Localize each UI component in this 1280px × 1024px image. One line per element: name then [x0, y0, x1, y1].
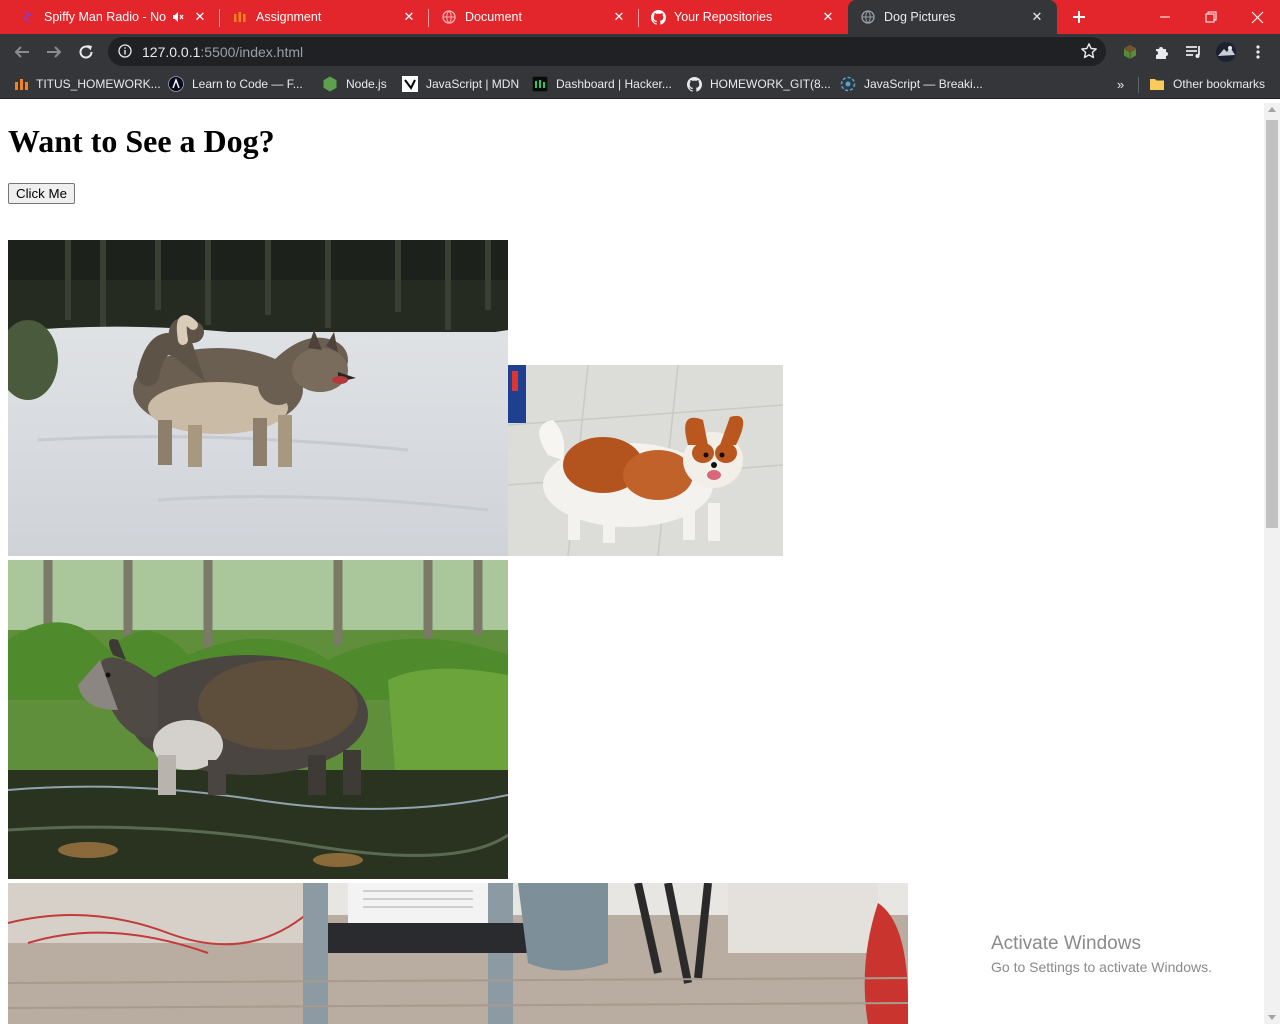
bookmarks-bar: TITUS_HOMEWORK... Learn to Code — F... N…	[0, 70, 1280, 99]
bookmark-label: Learn to Code — F...	[192, 77, 303, 91]
reload-icon	[79, 45, 93, 59]
tab-title: Spiffy Man Radio - Nov	[44, 10, 166, 24]
bookmark-label: Dashboard | Hacker...	[556, 77, 672, 91]
close-tab-icon[interactable]: ✕	[401, 9, 417, 25]
dog-image-floor	[8, 883, 908, 1024]
tab-title: Document	[465, 10, 522, 24]
chrome-menu-icon[interactable]	[1246, 40, 1270, 64]
url-text[interactable]: 127.0.0.1:5500/index.html	[142, 44, 303, 60]
minimize-icon	[1160, 16, 1170, 18]
bookmarks-overflow-chevron[interactable]: »	[1117, 77, 1124, 92]
globe-icon	[441, 9, 457, 25]
folder-icon	[1149, 76, 1165, 92]
vertical-scrollbar[interactable]	[1264, 103, 1280, 1024]
profile-avatar[interactable]	[1214, 40, 1238, 64]
scroll-down-arrow-icon[interactable]	[1268, 1015, 1276, 1020]
browser-toolbar: 127.0.0.1:5500/index.html	[0, 34, 1280, 70]
globe-icon	[860, 9, 876, 25]
other-bookmarks-folder[interactable]: Other bookmarks	[1149, 75, 1265, 93]
bookmark-label: HOMEWORK_GIT(8...	[710, 77, 831, 91]
m-logo-icon	[14, 76, 30, 92]
url-path: :5500/index.html	[200, 44, 304, 60]
page-title: Want to See a Dog?	[8, 123, 275, 159]
restore-icon	[1205, 11, 1217, 23]
back-button[interactable]	[10, 40, 34, 64]
scroll-thumb[interactable]	[1266, 120, 1278, 528]
bookmark-star-icon[interactable]	[1080, 42, 1098, 65]
bookmark-hackerrank[interactable]: Dashboard | Hacker...	[532, 75, 672, 93]
bookmark-javascript-breaking[interactable]: JavaScript — Breaki...	[840, 75, 983, 93]
tab-spiffy-radio[interactable]: Spiffy Man Radio - Nov ✕	[0, 0, 220, 34]
plus-icon	[1073, 11, 1085, 23]
tab-title: Dog Pictures	[884, 10, 956, 24]
bookmark-label: TITUS_HOMEWORK...	[36, 77, 161, 91]
scroll-up-arrow-icon[interactable]	[1268, 107, 1276, 112]
dog-image-borzoi	[8, 560, 508, 879]
windows-activation-watermark: Activate Windows Go to Settings to activ…	[991, 933, 1212, 975]
site-info-icon[interactable]	[118, 44, 132, 63]
spiffy-radio-icon	[20, 9, 36, 25]
hackerrank-icon	[532, 76, 548, 92]
extensions-puzzle-icon[interactable]	[1150, 40, 1174, 64]
address-bar[interactable]: 127.0.0.1:5500/index.html	[108, 37, 1106, 66]
bookmark-nodejs[interactable]: Node.js	[322, 75, 387, 93]
watermark-subtitle: Go to Settings to activate Windows.	[991, 959, 1212, 975]
mdn-icon	[402, 76, 418, 92]
github-icon	[650, 9, 666, 25]
javascript-icon	[840, 76, 856, 92]
watermark-title: Activate Windows	[991, 933, 1141, 954]
assignment-icon	[232, 9, 248, 25]
close-tab-icon[interactable]: ✕	[1029, 9, 1045, 25]
tab-your-repositories[interactable]: Your Repositories ✕	[639, 0, 848, 34]
forward-button[interactable]	[42, 40, 66, 64]
extension-cube-icon[interactable]	[1118, 40, 1142, 64]
close-icon	[1251, 11, 1263, 23]
bookmark-mdn[interactable]: JavaScript | MDN	[402, 75, 519, 93]
click-me-button[interactable]: Click Me	[8, 183, 75, 204]
nodejs-icon	[322, 76, 338, 92]
url-host: 127.0.0.1	[142, 44, 201, 60]
page-viewport: Want to See a Dog? Click Me Activate Win…	[0, 103, 1264, 1024]
forward-arrow-icon	[47, 46, 62, 58]
minimize-button[interactable]	[1142, 0, 1188, 34]
close-tab-icon[interactable]: ✕	[192, 9, 208, 25]
bookmark-label: Other bookmarks	[1173, 77, 1266, 91]
tab-assignment[interactable]: Assignment ✕	[220, 0, 429, 34]
close-window-button[interactable]	[1234, 0, 1280, 34]
reload-button[interactable]	[74, 40, 98, 64]
new-tab-button[interactable]	[1068, 5, 1090, 29]
tab-title: Assignment	[256, 10, 322, 24]
restore-button[interactable]	[1188, 0, 1234, 34]
close-tab-icon[interactable]: ✕	[611, 9, 627, 25]
bookmark-label: JavaScript | MDN	[426, 77, 520, 91]
bookmark-titus-homework[interactable]: TITUS_HOMEWORK...	[14, 75, 161, 93]
github-icon	[686, 76, 702, 92]
bookmark-freecodecamp[interactable]: Learn to Code — F...	[168, 75, 303, 93]
bookmark-label: Node.js	[346, 77, 387, 91]
tab-document[interactable]: Document ✕	[429, 0, 639, 34]
media-queue-icon[interactable]	[1182, 40, 1206, 64]
speaker-muted-icon[interactable]	[170, 9, 186, 25]
tab-title: Your Repositories	[674, 10, 773, 24]
freecodecamp-icon	[168, 76, 184, 92]
tab-strip: Spiffy Man Radio - Nov ✕ Assignment ✕ Do…	[0, 0, 1280, 34]
bookmark-homework-git[interactable]: HOMEWORK_GIT(8...	[686, 75, 831, 93]
tab-dog-pictures[interactable]: Dog Pictures ✕	[848, 0, 1057, 34]
dog-image-husky	[8, 240, 508, 556]
bookmark-label: JavaScript — Breaki...	[864, 77, 983, 91]
back-arrow-icon	[14, 46, 29, 58]
dog-image-papillon	[508, 365, 783, 556]
close-tab-icon[interactable]: ✕	[820, 9, 836, 25]
